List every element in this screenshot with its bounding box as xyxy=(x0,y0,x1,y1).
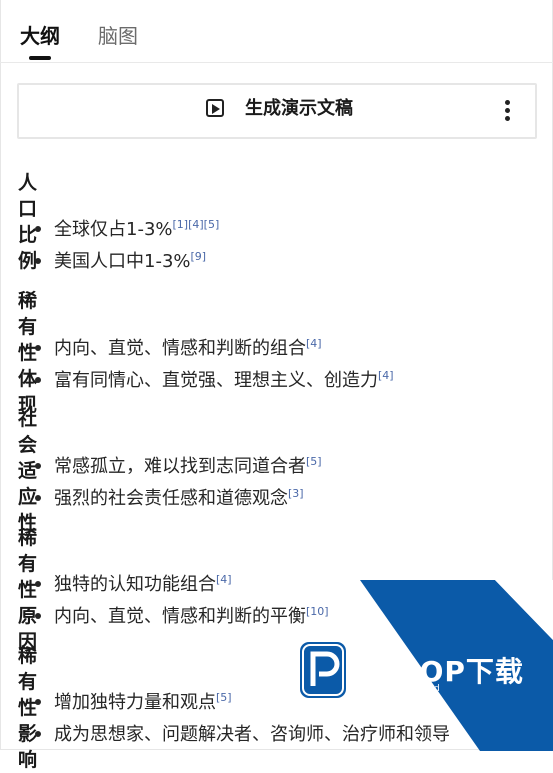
list-item-text: 全球仅占1-3% xyxy=(54,219,173,240)
list-item-text: 独特的认知功能组合 xyxy=(54,574,216,595)
watermark: PCPOP下载 PCPOP Download xyxy=(300,580,553,751)
list-item-text: 增加独特力量和观点 xyxy=(54,692,216,713)
bullet-icon xyxy=(35,344,41,351)
list-item: 增加独特力量和观点[5] xyxy=(35,686,232,715)
more-vertical-icon[interactable] xyxy=(495,97,519,125)
bullet-icon xyxy=(35,612,41,619)
list-item: 内向、直觉、情感和判断的平衡[10] xyxy=(35,600,329,629)
list-item: 常感孤立，难以找到志同道合者[5] xyxy=(35,450,322,479)
list-item: 强烈的社会责任感和道德观念[3] xyxy=(35,482,304,511)
citation-link[interactable]: [4] xyxy=(378,369,394,382)
list-item: 富有同情心、直觉强、理想主义、创造力[4] xyxy=(35,364,394,393)
list-item: 美国人口中1-3%[9] xyxy=(35,245,206,274)
bullet-icon xyxy=(35,730,41,737)
list-item: 独特的认知功能组合[4] xyxy=(35,568,232,597)
generate-presentation-button[interactable]: 生成演示文稿 xyxy=(17,83,537,139)
citation-link[interactable]: [1][4][5] xyxy=(173,218,220,231)
bullet-icon xyxy=(35,494,41,501)
citation-link[interactable]: [4] xyxy=(216,573,232,586)
bullet-icon xyxy=(35,580,41,587)
citation-link[interactable]: [3] xyxy=(288,487,304,500)
active-tab-indicator xyxy=(29,56,51,60)
pcpop-logo-icon xyxy=(300,642,346,698)
list-item: 全球仅占1-3%[1][4][5] xyxy=(35,213,219,242)
play-square-icon xyxy=(206,99,224,117)
list-item-text: 富有同情心、直觉强、理想主义、创造力 xyxy=(54,370,378,391)
tab-mindmap[interactable]: 脑图 xyxy=(98,22,138,50)
citation-link[interactable]: [5] xyxy=(306,455,322,468)
list-item-text: 内向、直觉、情感和判断的组合 xyxy=(54,338,306,359)
bullet-icon xyxy=(35,698,41,705)
list-item-text: 美国人口中1-3% xyxy=(54,251,191,272)
bullet-icon xyxy=(35,462,41,469)
citation-link[interactable]: [4] xyxy=(306,337,322,350)
watermark-subtitle: PCPOP Download xyxy=(356,684,441,694)
bullet-icon xyxy=(35,376,41,383)
list-item-text: 强烈的社会责任感和道德观念 xyxy=(54,488,288,509)
view-tabs: 大纲 脑图 xyxy=(0,0,553,63)
list-item: 内向、直觉、情感和判断的组合[4] xyxy=(35,332,322,361)
citation-link[interactable]: [9] xyxy=(191,250,207,263)
generate-presentation-label: 生成演示文稿 xyxy=(245,98,353,119)
tab-outline[interactable]: 大纲 xyxy=(20,22,60,50)
bullet-icon xyxy=(35,257,41,264)
list-item-text: 常感孤立，难以找到志同道合者 xyxy=(54,456,306,477)
citation-link[interactable]: [5] xyxy=(216,691,232,704)
list-item-text: 内向、直觉、情感和判断的平衡 xyxy=(54,606,306,627)
bullet-icon xyxy=(35,225,41,232)
